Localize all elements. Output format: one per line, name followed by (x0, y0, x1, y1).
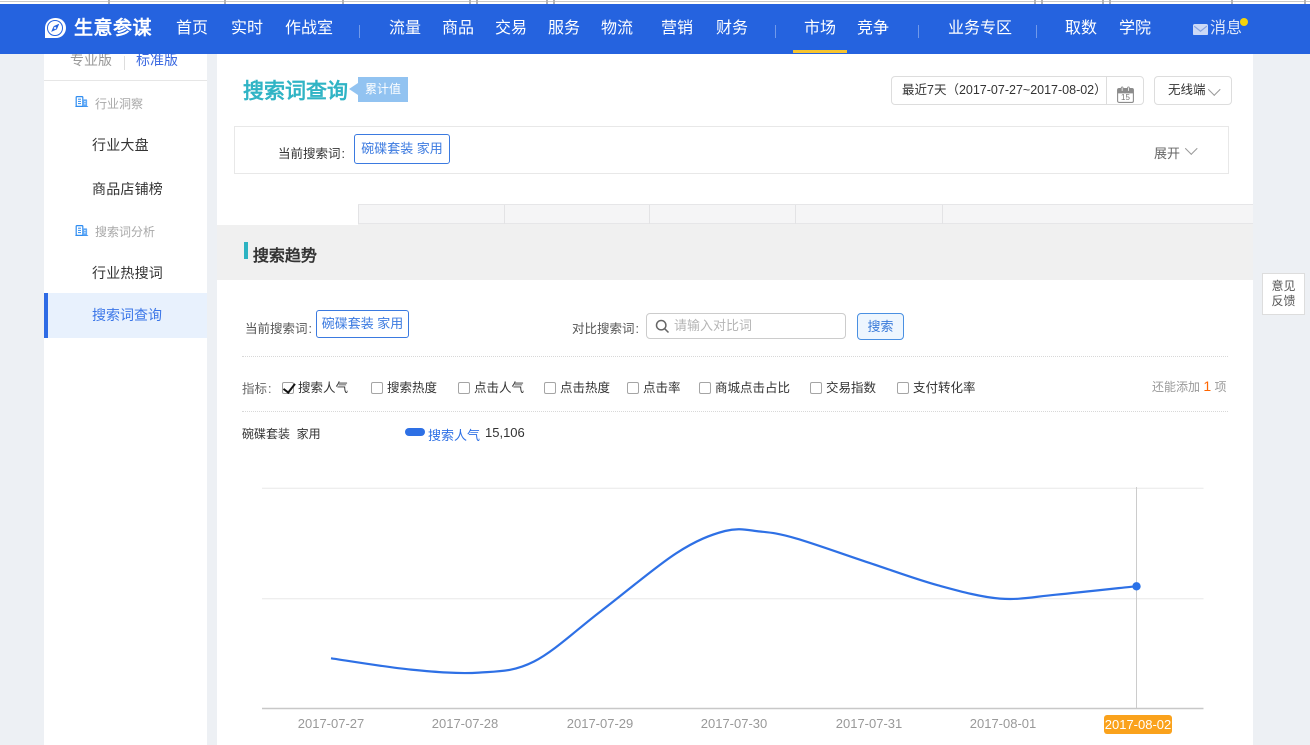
svg-text:15: 15 (1121, 93, 1130, 102)
